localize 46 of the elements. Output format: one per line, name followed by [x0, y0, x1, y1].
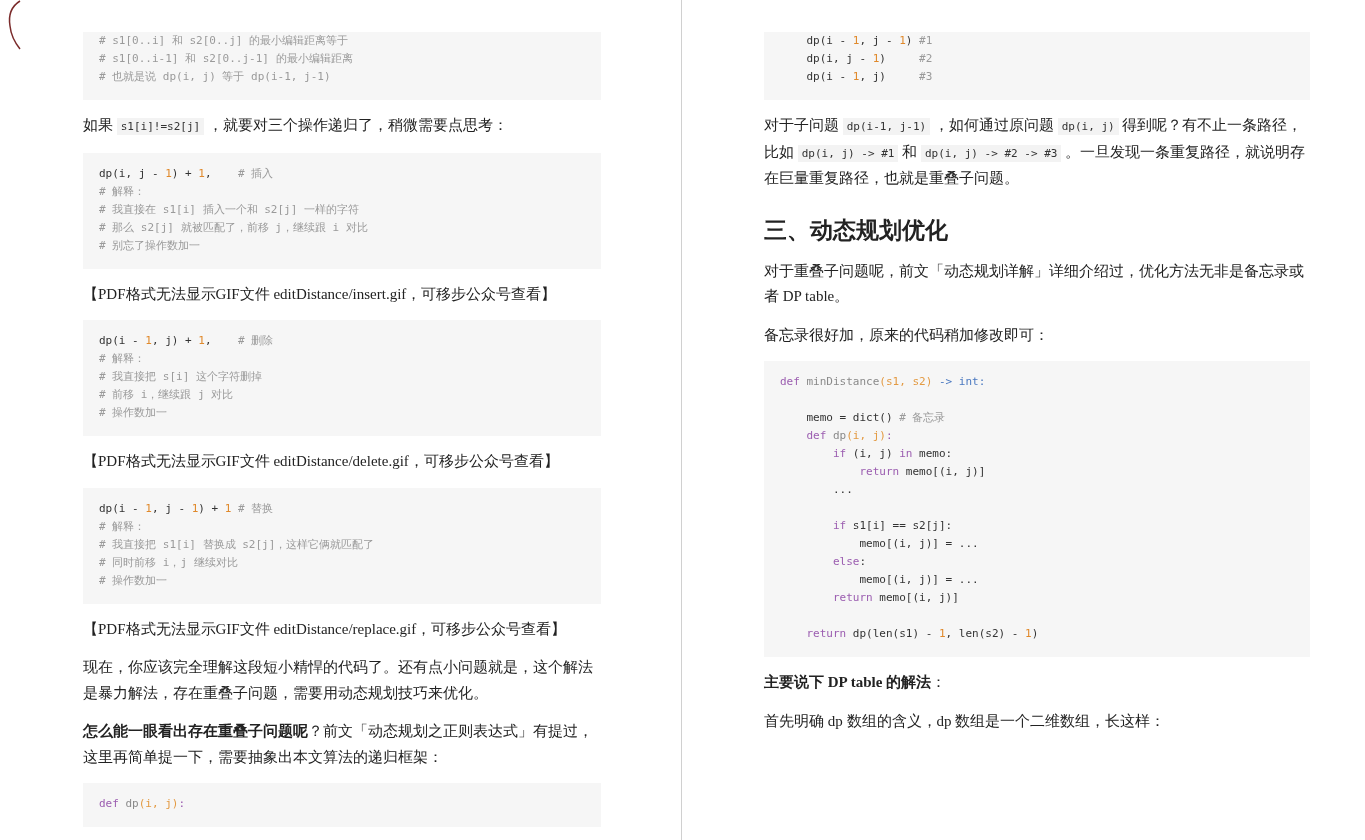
code-line: # s1[0..i-1] 和 s2[0..j-1] 的最小编辑距离: [99, 51, 353, 67]
code-line: # 解释：: [99, 518, 146, 535]
paragraph: 如果 s1[i]!=s2[j] ，就要对三个操作递归了，稍微需要点思考：: [83, 116, 509, 137]
code-line: # 我直接把 s[i] 这个字符删掉: [99, 369, 262, 385]
code-line: # 我直接在 s1[i] 插入一个和 s2[j] 一样的字符: [99, 201, 359, 218]
paragraph: 对于子问题 dp(i-1, j-1) ，如何通过原问题 dp(i, j) 得到呢？有不止一条路径，比如 dp(i, j) -> #1 和 dp(i, j) -> #2 -> #3 。一旦发现一条重复路径，就说明存在巨量重复路径，也就是重叠子问题。: [764, 116, 1307, 188]
code-line: dp(i, j - 1) + 1, # 插入: [99, 165, 274, 182]
code-line: # s1[0..i] 和 s2[0..j] 的最小编辑距离等于: [99, 33, 349, 49]
missing-image-note: 【PDF格式无法显示GIF文件 editDistance/delete.gif，可移步公众号查看】: [83, 452, 560, 471]
code-line: dp(i - 1, j) #3: [805, 69, 933, 85]
code-line: # 同时前移 i，j 继续对比: [99, 554, 238, 571]
code-line: dp(i - 1, j - 1) #1: [805, 33, 933, 49]
code-line: # 我直接把 s1[i] 替换成 s2[j]，这样它俩就匹配了: [99, 536, 375, 553]
code-line: memo[(i, j)] = ...: [858, 572, 979, 588]
code-line: # 操作数加一: [99, 572, 168, 589]
code-line: else:: [831, 554, 867, 570]
paragraph: 对于重叠子问题呢，前文「动态规划详解」详细介绍过，优化方法无非是备忘录或者 DP table。: [764, 261, 1305, 306]
code-line: # 操作数加一: [99, 405, 168, 421]
missing-image-note: 【PDF格式无法显示GIF文件 editDistance/insert.gif，可移步公众号查看】: [83, 284, 558, 304]
code-line: memo[(i, j)] = ...: [858, 536, 979, 552]
code-line: # 前移 i，继续跟 j 对比: [99, 387, 234, 403]
code-line: # 那么 s2[j] 就被匹配了，前移 j，继续跟 i 对比: [99, 219, 368, 236]
code-line: if s1[i] == s2[j]:: [831, 518, 953, 534]
code-line: ...: [831, 482, 853, 498]
code-line: dp(i, j - 1) #2: [805, 51, 933, 67]
code-line: def minDistance(s1, s2) -> int:: [780, 374, 986, 390]
section-heading: 三、动态规划优化: [764, 216, 949, 245]
paragraph: 怎么能一眼看出存在重叠子问题呢？前文「动态规划之正则表达式」有提过，这里再简单提一下，需要抽象出本文算法的递归框架：: [83, 722, 594, 767]
code-line: return memo[(i, j)]: [831, 590, 959, 606]
code-line: dp(i - 1, j) + 1, # 删除: [99, 333, 274, 349]
paragraph: 主要说下 DP table 的解法：: [764, 673, 948, 692]
paragraph: 现在，你应该完全理解这段短小精悍的代码了。还有点小问题就是，这个解法是暴力解法，存在重叠子问题，需要用动态规划技巧来优化。: [83, 658, 594, 703]
code-line: return memo[(i, j)]: [858, 464, 986, 480]
code-line: def dp(i, j):: [99, 796, 186, 812]
paragraph: 备忘录很好加，原来的代码稍加修改即可：: [764, 325, 1050, 345]
code-line: def dp(i, j):: [805, 428, 893, 444]
paragraph: 首先明确 dp 数组的含义，dp 数组是一个二维数组，长这样：: [764, 711, 1167, 731]
code-line: memo = dict() # 备忘录: [805, 410, 946, 426]
code-line: # 也就是说 dp(i, j) 等于 dp(i-1, j-1): [99, 69, 331, 85]
code-line: dp(i - 1, j - 1) + 1 # 替换: [99, 500, 274, 517]
code-line: # 解释：: [99, 183, 146, 200]
missing-image-note: 【PDF格式无法显示GIF文件 editDistance/replace.gif，可移步公众号查看】: [83, 619, 568, 639]
code-line: if (i, j) in memo:: [831, 446, 953, 462]
code-line: # 别忘了操作数加一: [99, 237, 201, 254]
code-line: return dp(len(s1) - 1, len(s2) - 1): [805, 626, 1039, 642]
code-line: # 解释：: [99, 351, 146, 367]
